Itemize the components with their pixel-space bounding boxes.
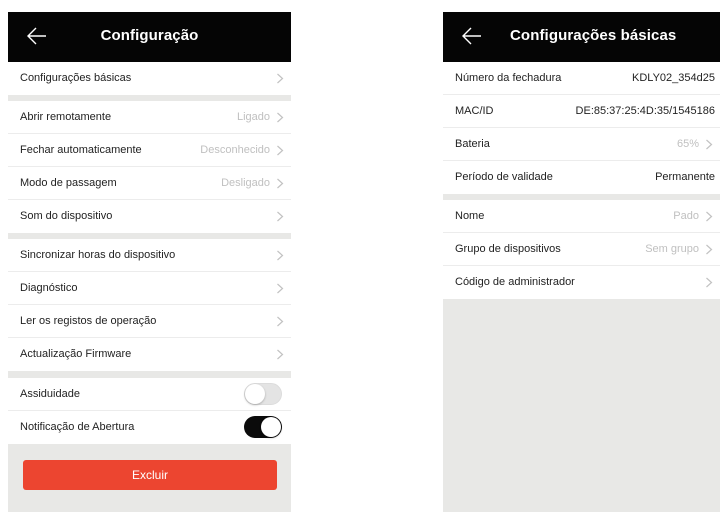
row-operation-logs[interactable]: Ler os registos de operação (8, 305, 291, 338)
settings-screen: Configuração Configurações básicas Abrir… (8, 12, 291, 512)
row-value: DE:85:37:25:4D:35/1545186 (575, 105, 715, 117)
row-label: Código de administrador (455, 276, 575, 288)
chevron-right-icon (277, 349, 284, 360)
row-label: Período de validade (455, 171, 553, 183)
row-admin-code[interactable]: Código de administrador (443, 266, 720, 299)
row-attendance: Assiduidade (8, 378, 291, 411)
chevron-right-icon (706, 244, 713, 255)
row-label: Ler os registos de operação (20, 315, 157, 327)
row-label: Grupo de dispositivos (455, 243, 561, 255)
row-label: Sincronizar horas do dispositivo (20, 249, 176, 261)
row-open-notification: Notificação de Abertura (8, 411, 291, 444)
row-validity-period: Período de validade Permanente (443, 161, 720, 194)
row-basic-settings[interactable]: Configurações básicas (8, 62, 291, 95)
row-value: Ligado (236, 111, 270, 123)
row-passage-mode[interactable]: Modo de passagem Desligado (8, 167, 291, 200)
attendance-toggle[interactable] (244, 383, 282, 405)
chevron-right-icon (277, 283, 284, 294)
settings-group-toggles: Assiduidade Notificação de Abertura (8, 378, 291, 444)
row-value: Permanente (655, 171, 715, 183)
page-title: Configuração (100, 27, 199, 44)
row-value: Pado (673, 210, 699, 222)
delete-button[interactable]: Excluir (23, 460, 277, 490)
chevron-right-icon (277, 112, 284, 123)
row-diagnostics[interactable]: Diagnóstico (8, 272, 291, 305)
row-label: Abrir remotamente (20, 111, 112, 123)
row-value: Desligado (221, 177, 270, 189)
row-value: Desconhecido (200, 144, 270, 156)
row-label: Número da fechadura (455, 72, 562, 84)
chevron-right-icon (277, 250, 284, 261)
row-value: KDLY02_354d25 (632, 72, 715, 84)
row-mac-id: MAC/ID DE:85:37:25:4D:35/1545186 (443, 95, 720, 128)
row-value: Sem grupo (645, 243, 699, 255)
chevron-right-icon (277, 73, 284, 84)
row-label: Assiduidade (20, 388, 80, 400)
row-battery[interactable]: Bateria 65% (443, 128, 720, 161)
chevron-right-icon (706, 211, 713, 222)
row-label: Modo de passagem (20, 177, 117, 189)
row-label: Notificação de Abertura (20, 421, 135, 433)
info-group-device: Número da fechadura KDLY02_354d25 MAC/ID… (443, 62, 720, 194)
row-device-sound[interactable]: Som do dispositivo (8, 200, 291, 233)
row-sync-time[interactable]: Sincronizar horas do dispositivo (8, 239, 291, 272)
row-label: Nome (455, 210, 485, 222)
row-lock-number: Número da fechadura KDLY02_354d25 (443, 62, 720, 95)
row-value: 65% (676, 138, 699, 150)
header-bar: Configurações básicas (443, 12, 720, 62)
row-auto-lock[interactable]: Fechar automaticamente Desconhecido (8, 134, 291, 167)
info-group-naming: Nome Pado Grupo de dispositivos Sem grup… (443, 200, 720, 299)
basic-settings-screen: Configurações básicas Número da fechadur… (443, 12, 720, 512)
chevron-right-icon (277, 178, 284, 189)
row-label: Diagnóstico (20, 282, 78, 294)
page-title: Configurações básicas (510, 27, 677, 44)
toggle-knob (261, 417, 281, 437)
header-bar: Configuração (8, 12, 291, 62)
row-remote-open[interactable]: Abrir remotamente Ligado (8, 101, 291, 134)
settings-group-lock: Abrir remotamente Ligado Fechar automati… (8, 101, 291, 233)
chevron-right-icon (277, 211, 284, 222)
row-label: Configurações básicas (20, 72, 132, 84)
row-firmware-update[interactable]: Actualização Firmware (8, 338, 291, 371)
chevron-right-icon (277, 316, 284, 327)
chevron-right-icon (706, 139, 713, 150)
chevron-right-icon (706, 277, 713, 288)
row-label: MAC/ID (455, 105, 494, 117)
open-notification-toggle[interactable] (244, 416, 282, 438)
row-label: Fechar automaticamente (20, 144, 142, 156)
toggle-knob (245, 384, 265, 404)
settings-group-maintenance: Sincronizar horas do dispositivo Diagnós… (8, 239, 291, 371)
row-device-group[interactable]: Grupo de dispositivos Sem grupo (443, 233, 720, 266)
chevron-right-icon (277, 145, 284, 156)
row-label: Som do dispositivo (20, 210, 113, 222)
row-label: Actualização Firmware (20, 348, 132, 360)
settings-group-basic: Configurações básicas (8, 62, 291, 95)
arrow-left-icon[interactable] (461, 25, 483, 47)
row-name[interactable]: Nome Pado (443, 200, 720, 233)
row-label: Bateria (455, 138, 490, 150)
